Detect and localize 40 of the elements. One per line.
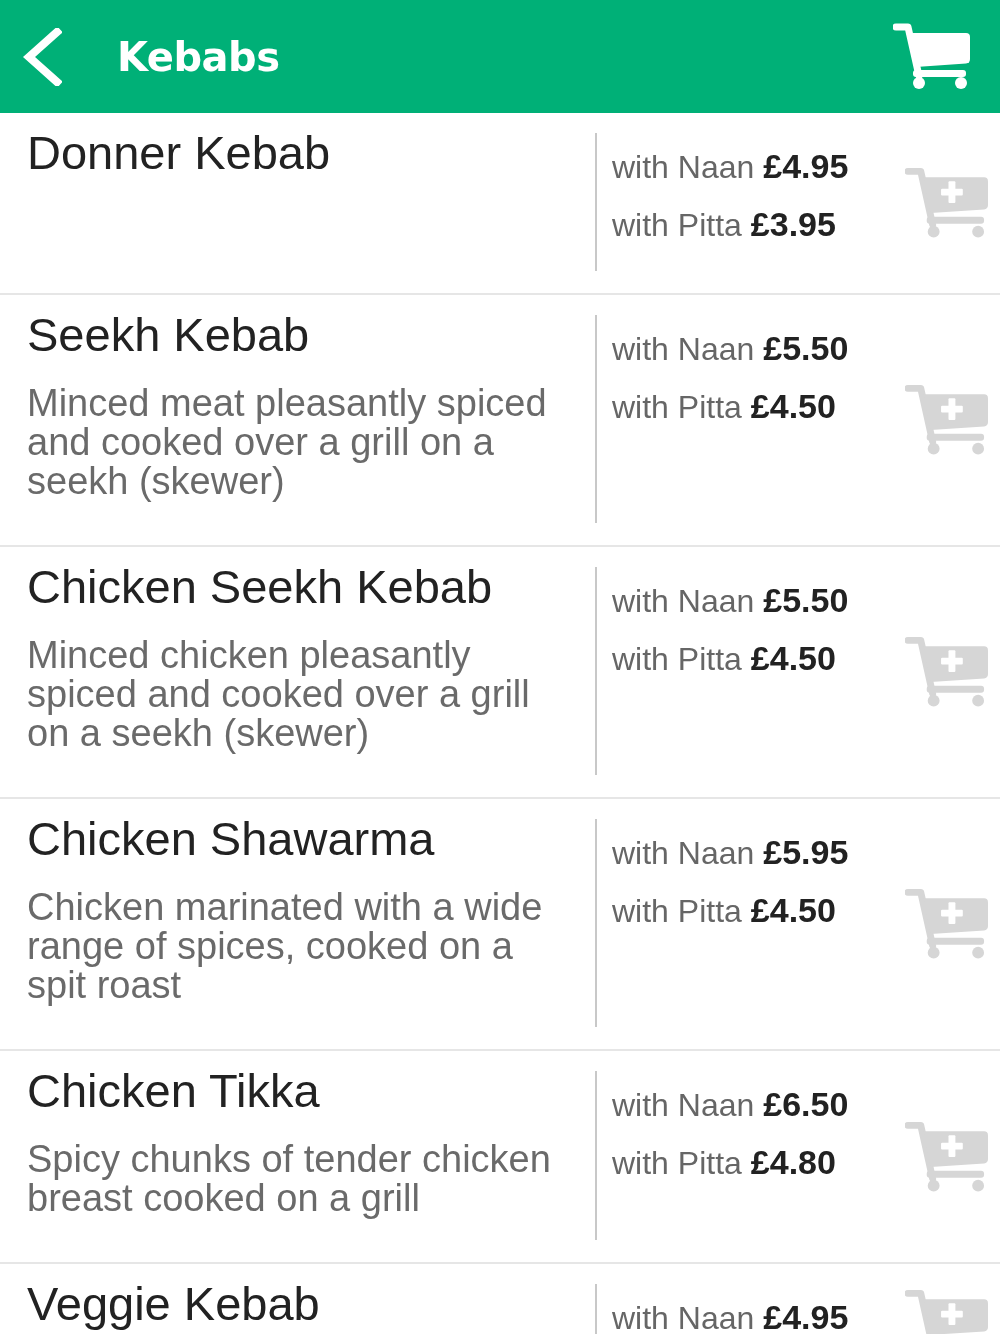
item-name: Seekh Kebab [27,307,311,362]
option-label: with Pitta [612,206,742,245]
item-description: Spicy chunks of tender chicken breast cooked on a grill [27,1140,552,1218]
option-label: with Naan [612,1299,755,1334]
option-label: with Naan [612,1086,755,1125]
option-price: £5.95 [763,832,849,873]
option-price: £4.95 [763,1297,849,1334]
cart-plus-icon[interactable] [905,888,988,960]
option-price: £3.95 [750,204,836,245]
item-name: Chicken Tikka [27,1063,321,1118]
cart-plus-icon[interactable] [905,384,988,456]
item-name: Chicken Shawarma [27,811,436,866]
item-description: Minced meat pleasantly spiced and cooked over a grill on a seekh (skewer) [27,384,548,501]
option-label: with Pitta [612,892,742,931]
page-title: Kebabs [117,33,280,80]
cart-plus-icon[interactable] [905,167,988,239]
option-price: £4.50 [750,638,836,679]
item-name: Veggie Kebab [27,1276,321,1331]
cart-plus-icon[interactable] [905,636,988,708]
option-label: with Naan [612,330,755,369]
option-price: £6.50 [763,1084,849,1125]
option-price: £4.95 [763,146,849,187]
option-label: with Pitta [612,640,742,679]
option-price: £5.50 [763,328,849,369]
option-label: with Naan [612,834,755,873]
option-price: £4.50 [750,386,836,427]
option-label: with Pitta [612,388,742,427]
option-label: with Pitta [612,1144,742,1183]
cart-icon[interactable] [893,23,970,90]
option-price: £4.80 [750,1142,836,1183]
option-label: with Naan [612,148,755,187]
option-label: with Naan [612,582,755,621]
item-name: Donner Kebab [27,125,332,180]
option-price: £4.50 [750,890,836,931]
item-name: Chicken Seekh Kebab [27,559,494,614]
option-price: £5.50 [763,580,849,621]
back-icon[interactable] [22,27,62,86]
cart-plus-icon[interactable] [905,1120,988,1193]
item-description: Chicken marinated with a wide range of spices, cooked on a spit roast [27,888,544,1005]
item-description: Minced chicken pleasantly spiced and cooked over a grill on a seekh (skewer) [27,636,531,753]
